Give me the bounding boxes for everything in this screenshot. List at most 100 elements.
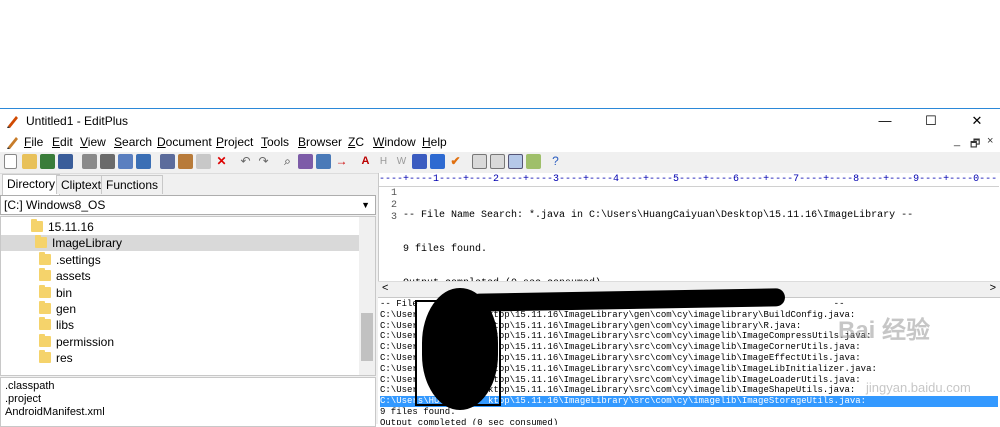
folder-icon: [39, 284, 51, 298]
tree-item-label: gen: [56, 302, 77, 316]
close-button[interactable]: ✕: [954, 109, 1000, 133]
browser-icon[interactable]: [136, 154, 151, 169]
menu-item[interactable]: Document: [157, 135, 212, 149]
tree-item[interactable]: assets: [1, 268, 359, 284]
menu-item[interactable]: Edit: [52, 135, 73, 149]
menu-item[interactable]: View: [80, 135, 106, 149]
output-line[interactable]: Output completed (0 sec consumed): [380, 418, 998, 425]
tree-item[interactable]: libs: [1, 317, 359, 333]
tree-item[interactable]: 15.11.16: [1, 219, 359, 235]
line-number: 2: [390, 200, 397, 211]
spell-check-icon[interactable]: [118, 154, 133, 169]
menu-item[interactable]: Tools: [261, 135, 289, 149]
baidu-watermark-url: jingyan.baidu.com: [866, 380, 971, 395]
find-in-files-icon[interactable]: [316, 154, 331, 169]
menu-item[interactable]: File: [24, 135, 43, 149]
mdi-close-button[interactable]: ×: [987, 135, 993, 147]
code-line: 9 files found.: [403, 244, 488, 255]
menu-accelerator: D: [157, 135, 166, 149]
minimize-button[interactable]: —: [862, 109, 908, 133]
scroll-left-icon[interactable]: <: [382, 282, 388, 294]
menu-item[interactable]: Window: [373, 135, 416, 149]
open-folder-icon[interactable]: [22, 154, 37, 169]
line-number-icon[interactable]: [412, 154, 427, 169]
copy-icon[interactable]: [178, 154, 193, 169]
redaction-box: [415, 300, 501, 406]
tab-directory[interactable]: Directory: [2, 174, 61, 195]
folder-icon: [39, 350, 51, 364]
tree-item[interactable]: permission: [1, 333, 359, 350]
menu-accelerator: P: [216, 135, 225, 149]
scroll-right-icon[interactable]: >: [990, 282, 996, 294]
menu-label: indow: [384, 135, 416, 149]
file-list-item[interactable]: AndroidManifest.xml: [5, 406, 105, 419]
tab-functions[interactable]: Functions: [101, 175, 164, 194]
menu-item[interactable]: Help: [422, 135, 447, 149]
output-window-icon[interactable]: [508, 154, 523, 169]
help-icon[interactable]: ?: [548, 154, 563, 169]
tree-item[interactable]: ImageLibrary: [1, 235, 359, 252]
menu-item[interactable]: Project: [216, 135, 253, 149]
menu-accelerator: W: [373, 135, 385, 149]
tree-item-label: 15.11.16: [48, 220, 94, 234]
drive-selector[interactable]: [C:] Windows8_OS ▼: [0, 195, 376, 215]
font-icon[interactable]: A: [358, 154, 373, 169]
tree-item-label: .settings: [56, 252, 101, 267]
folder-icon: [39, 251, 51, 265]
print-icon[interactable]: [100, 154, 115, 169]
redo-icon[interactable]: ↷: [256, 154, 271, 169]
word-wrap-icon[interactable]: W: [394, 154, 409, 169]
tree-item[interactable]: res: [1, 350, 359, 366]
menu-item[interactable]: Browser: [298, 135, 342, 149]
menu-item[interactable]: Search: [114, 135, 152, 149]
chevron-down-icon: ▼: [361, 200, 370, 210]
save-icon[interactable]: [40, 154, 55, 169]
tree-scrollbar[interactable]: [359, 217, 375, 375]
folder-icon: [35, 235, 47, 249]
menu-label: rowser: [306, 135, 343, 149]
file-list-item[interactable]: .classpath: [5, 380, 55, 393]
window-title: Untitled1 - EditPlus: [26, 114, 129, 128]
menu-label: dit: [60, 135, 73, 149]
line-number: 3: [390, 212, 397, 223]
tree-item-label: bin: [56, 285, 73, 300]
cut-icon[interactable]: [160, 154, 175, 169]
delete-icon[interactable]: ✕: [214, 154, 229, 169]
tree-scrollbar-thumb[interactable]: [361, 313, 373, 361]
undo-icon[interactable]: ↶: [238, 154, 253, 169]
drive-selector-value: [C:] Windows8_OS: [4, 198, 106, 212]
tab-cliptext[interactable]: Cliptext: [56, 175, 107, 194]
hex-icon[interactable]: H: [376, 154, 391, 169]
fullscreen-icon[interactable]: [526, 154, 541, 169]
menu-bar: File Edit View Search Document Project Tools Br…: [0, 133, 1000, 152]
replace-icon[interactable]: [298, 154, 313, 169]
file-list-item[interactable]: .project: [5, 393, 41, 406]
tree-item-label: permission: [56, 334, 115, 349]
goto-line-icon[interactable]: →: [334, 154, 349, 169]
tree-item[interactable]: .settings: [1, 251, 359, 268]
save-all-icon[interactable]: [58, 154, 73, 169]
find-icon[interactable]: ⌕: [280, 154, 295, 169]
ruler-icon[interactable]: [430, 154, 445, 169]
directory-window-icon[interactable]: [472, 154, 487, 169]
print-preview-icon[interactable]: [82, 154, 97, 169]
tree-item-label: ImageLibrary: [52, 236, 123, 251]
menu-accelerator: V: [80, 135, 88, 149]
tree-item[interactable]: bin: [1, 284, 359, 301]
tree-item-label: res: [56, 351, 73, 366]
check-icon[interactable]: ✔: [448, 154, 463, 169]
ruler: ----+----1----+----2----+----3----+----4…: [379, 174, 999, 187]
mdi-minimize-button[interactable]: _: [954, 135, 960, 147]
output-line[interactable]: 9 files found.: [380, 407, 998, 418]
editor-pane[interactable]: ----+----1----+----2----+----3----+----4…: [378, 173, 1000, 293]
line-number: 1: [390, 188, 397, 199]
paste-icon[interactable]: [196, 154, 211, 169]
maximize-button[interactable]: ☐: [908, 109, 954, 133]
title-bar[interactable]: Untitled1 - EditPlus — ☐ ✕: [0, 109, 1000, 133]
tree-item[interactable]: gen: [1, 301, 359, 317]
new-file-icon[interactable]: [4, 154, 17, 169]
cliptext-window-icon[interactable]: [490, 154, 505, 169]
toolbar: ✕ ↶ ↷ ⌕ → A H W ✔ ?: [0, 152, 1000, 174]
menu-item[interactable]: ZC: [348, 135, 364, 149]
menu-label: earch: [122, 135, 153, 149]
